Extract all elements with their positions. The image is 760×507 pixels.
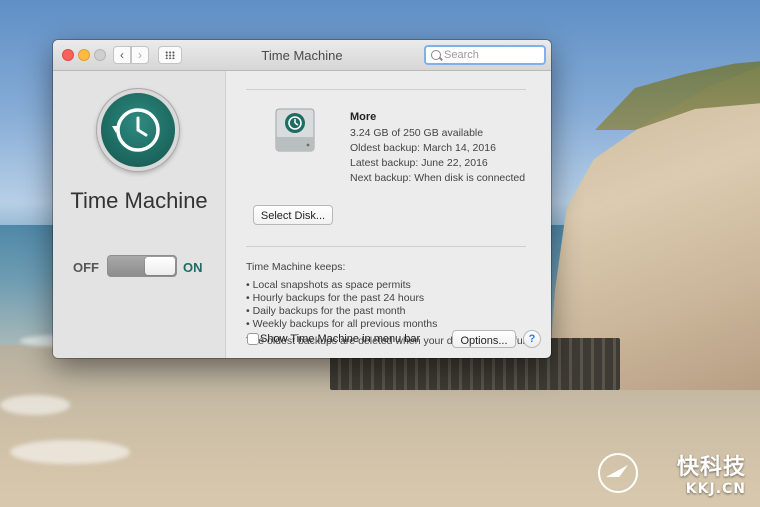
list-item: • Hourly backups for the past 24 hours (246, 292, 425, 304)
divider (246, 89, 526, 90)
latest-backup: Latest backup: June 22, 2016 (350, 157, 488, 169)
divider (246, 246, 526, 247)
time-machine-icon (101, 93, 175, 167)
desktop-wave (10, 440, 130, 464)
backup-disk-icon (274, 107, 316, 153)
list-item: • Weekly backups for all previous months (246, 318, 438, 330)
sidebar: Time Machine OFF ON (53, 71, 226, 358)
toggle-off-label[interactable]: OFF (73, 260, 99, 275)
toggle-on-label[interactable]: ON (183, 260, 203, 275)
disk-available: 3.24 GB of 250 GB available (350, 127, 484, 139)
toggle-knob[interactable] (145, 257, 175, 275)
search-icon (431, 50, 441, 60)
list-item: • Local snapshots as space permits (246, 279, 411, 291)
search-input[interactable] (444, 48, 540, 62)
options-button[interactable]: Options... (452, 330, 516, 348)
select-disk-button[interactable]: Select Disk... (253, 205, 333, 225)
desktop-wave (0, 395, 70, 415)
help-button[interactable]: ? (523, 330, 541, 348)
main-pane: Select Disk... More 3.24 GB of 250 GB av… (226, 71, 551, 358)
question-mark-icon: ? (528, 333, 536, 345)
watermark-cn: 快科技 (676, 455, 746, 480)
show-in-menu-label[interactable]: Show Time Machine in menu bar (260, 333, 420, 345)
time-machine-toggle[interactable] (107, 255, 177, 277)
show-in-menu-checkbox[interactable] (247, 333, 259, 345)
next-backup: Next backup: When disk is connected (350, 172, 526, 184)
watermark: 快科技 KKJ.CN (677, 449, 746, 497)
watermark-en: KKJ.CN (685, 481, 746, 497)
oldest-backup: Oldest backup: March 14, 2016 (350, 142, 496, 154)
list-item: • Daily backups for the past month (246, 305, 406, 317)
title-bar[interactable]: ‹ › Time Machine (53, 40, 551, 71)
keeps-title: Time Machine keeps: (246, 261, 346, 273)
time-machine-window: ‹ › Time Machine Time Machine OFF (53, 40, 551, 358)
search-field[interactable] (424, 45, 546, 65)
app-name: Time Machine (70, 188, 208, 213)
watermark-logo-icon (598, 453, 638, 493)
disk-name: More (350, 111, 377, 123)
